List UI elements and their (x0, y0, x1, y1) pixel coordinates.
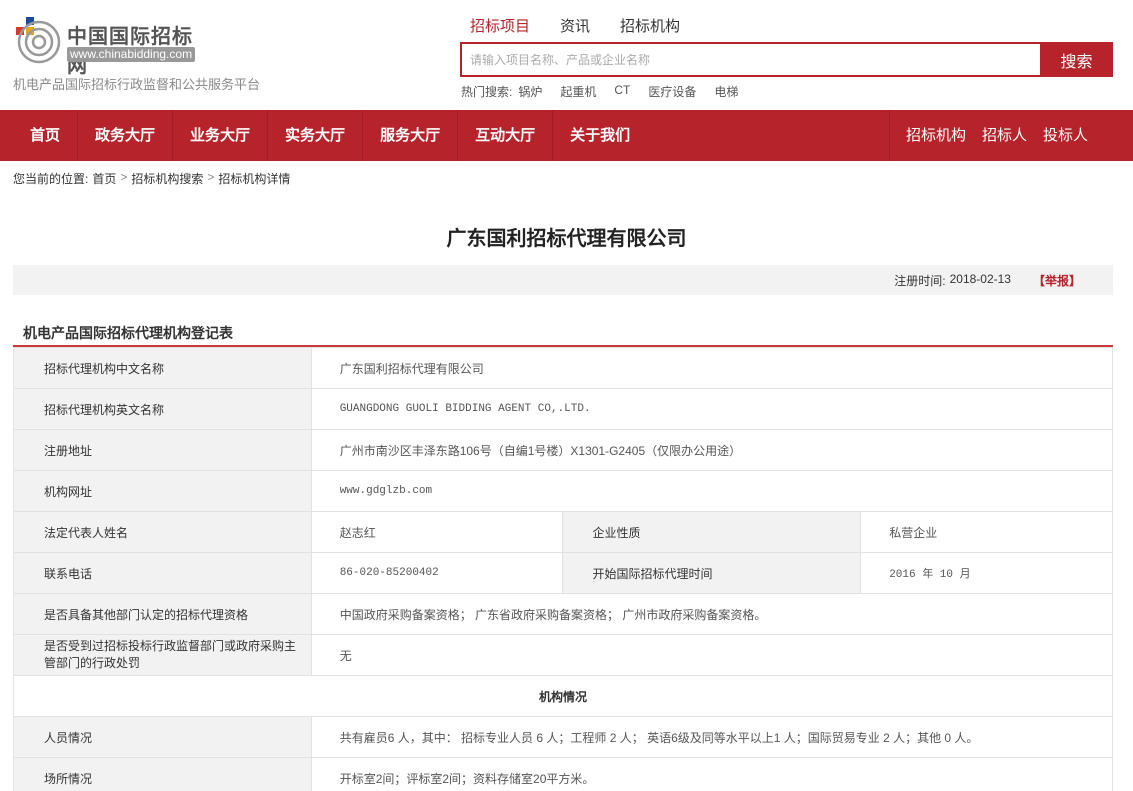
reg-time-value: 2018-02-13 (949, 272, 1011, 286)
search-tab-news[interactable]: 资讯 (560, 17, 590, 39)
row-value: 私营企业 (860, 511, 1113, 553)
section-title: 机电产品国际招标代理机构登记表 (23, 325, 233, 341)
hot-searches: 热门搜索: 锅炉 起重机 CT 医疗设备 电梯 (461, 83, 756, 100)
breadcrumb-home[interactable]: 首页 (92, 170, 116, 187)
info-bar: 注册时间: 2018-02-13 【举报】 (13, 265, 1113, 295)
row-value: 共有雇员6 人，其中： 招标专业人员 6 人；工程师 2 人； 英语6级及同等水… (310, 716, 1114, 758)
breadcrumb-label: 您当前的位置: (13, 172, 89, 186)
breadcrumb-separator-icon: > (120, 170, 128, 184)
row-value: 中国政府采购备案资格； 广东省政府采购备案资格； 广州市政府采购备案资格。 (310, 593, 1114, 635)
nav-item-service[interactable]: 服务大厅 (363, 110, 459, 161)
search-tabs: 招标项目 资讯 招标机构 (470, 17, 710, 39)
table-row: 是否具备其他部门认定的招标代理资格 中国政府采购备案资格； 广东省政府采购备案资… (13, 593, 1114, 635)
logo-en-text: www.chinabidding.com (67, 47, 196, 62)
nav-item-bidders[interactable]: 投标人 (1035, 110, 1096, 161)
row-label: 机构网址 (13, 470, 312, 512)
site-slogan: 机电产品国际招标行政监督和公共服务平台 (13, 77, 261, 92)
nav-item-home[interactable]: 首页 (13, 110, 79, 161)
main-nav: 首页 政务大厅 业务大厅 实务大厅 服务大厅 互动大厅 关于我们 招标机构 招标… (0, 110, 1133, 161)
table-row: 注册地址 广州市南沙区丰泽东路106号（自编1号楼）X1301-G2405（仅限… (13, 429, 1114, 471)
row-value: 广东国利招标代理有限公司 (310, 347, 1114, 389)
row-value: 广州市南沙区丰泽东路106号（自编1号楼）X1301-G2405（仅限办公用途） (310, 429, 1114, 471)
row-value: 2016 年 10 月 (860, 552, 1113, 594)
row-value: 开标室2间；评标室2间；资料存储室20平方米。 (310, 757, 1114, 791)
row-value: 无 (310, 634, 1114, 676)
reg-time-label: 注册时间: (894, 274, 946, 288)
nav-item-government[interactable]: 政务大厅 (78, 110, 174, 161)
row-value: 赵志红 (310, 511, 563, 553)
nav-right: 招标机构 招标人 投标人 (889, 110, 1096, 161)
breadcrumb-agency-detail: 招标机构详情 (218, 172, 291, 186)
hot-search-label: 热门搜索: (461, 85, 513, 99)
table-row: 人员情况 共有雇员6 人，其中： 招标专业人员 6 人；工程师 2 人； 英语6… (13, 716, 1114, 758)
nav-item-business[interactable]: 业务大厅 (173, 110, 269, 161)
row-label: 招标代理机构英文名称 (13, 388, 312, 430)
logo-mark-icon (16, 17, 61, 64)
row-label: 法定代表人姓名 (13, 511, 312, 553)
table-row: 机构网址 www.gdglzb.com (13, 470, 1114, 512)
registration-table: 招标代理机构中文名称 广东国利招标代理有限公司 招标代理机构英文名称 GUANG… (13, 347, 1114, 791)
nav-item-tenderers[interactable]: 招标人 (974, 110, 1035, 161)
table-row: 招标代理机构英文名称 GUANGDONG GUOLI BIDDING AGENT… (13, 388, 1114, 430)
hot-search-item[interactable]: 电梯 (714, 83, 738, 100)
breadcrumb-separator-icon: > (207, 170, 215, 184)
registration-time: 注册时间: 2018-02-13 【举报】 (894, 272, 1081, 289)
search-tab-agencies[interactable]: 招标机构 (620, 17, 680, 39)
row-label: 招标代理机构中文名称 (13, 347, 312, 389)
breadcrumb-agency-search[interactable]: 招标机构搜索 (131, 170, 203, 187)
breadcrumb: 您当前的位置: 首页 > 招标机构搜索 > 招标机构详情 (13, 170, 290, 187)
nav-left: 首页 政务大厅 业务大厅 实务大厅 服务大厅 互动大厅 关于我们 (13, 110, 647, 161)
row-label: 开始国际招标代理时间 (561, 552, 862, 594)
hot-search-item[interactable]: 起重机 (560, 83, 596, 100)
search-input[interactable] (462, 44, 1040, 75)
table-row: 是否受到过招标投标行政监督部门或政府采购主管部门的行政处罚 无 (13, 634, 1114, 676)
row-value: www.gdglzb.com (310, 470, 1114, 512)
table-row: 联系电话 86-020-85200402 开始国际招标代理时间 2016 年 1… (13, 552, 1113, 594)
table-row: 招标代理机构中文名称 广东国利招标代理有限公司 (13, 347, 1114, 389)
report-link[interactable]: 【举报】 (1033, 272, 1081, 289)
search-tab-projects[interactable]: 招标项目 (470, 17, 530, 39)
row-value: GUANGDONG GUOLI BIDDING AGENT CO,.LTD. (310, 388, 1114, 430)
row-label: 人员情况 (13, 716, 312, 758)
hot-search-item[interactable]: 锅炉 (518, 83, 542, 100)
table-row: 法定代表人姓名 赵志红 企业性质 私营企业 (13, 511, 1113, 553)
nav-item-practice[interactable]: 实务大厅 (268, 110, 364, 161)
nav-item-interaction[interactable]: 互动大厅 (458, 110, 554, 161)
row-label: 是否具备其他部门认定的招标代理资格 (13, 593, 312, 635)
row-label: 联系电话 (13, 552, 312, 594)
page-title: 广东国利招标代理有限公司 (446, 228, 687, 250)
site-header: 中国国际招标网 www.chinabidding.com 机电产品国际招标行政监… (0, 0, 1133, 110)
hot-search-item[interactable]: 医疗设备 (648, 83, 696, 100)
row-label: 企业性质 (561, 511, 862, 553)
row-value: 86-020-85200402 (310, 552, 563, 594)
site-logo[interactable]: 中国国际招标网 www.chinabidding.com (13, 14, 213, 77)
search-button[interactable]: 搜索 (1040, 42, 1113, 77)
row-label: 场所情况 (13, 757, 312, 791)
hot-search-item[interactable]: CT (614, 83, 630, 100)
org-section-header: 机构情况 (13, 675, 1113, 717)
nav-item-about[interactable]: 关于我们 (553, 110, 647, 161)
search-box: 搜索 (460, 42, 1113, 77)
table-row: 场所情况 开标室2间；评标室2间；资料存储室20平方米。 (13, 757, 1114, 791)
row-label: 注册地址 (13, 429, 312, 471)
row-label: 是否受到过招标投标行政监督部门或政府采购主管部门的行政处罚 (13, 634, 312, 676)
nav-item-agencies[interactable]: 招标机构 (898, 110, 974, 161)
table-row: 机构情况 (13, 675, 1113, 717)
